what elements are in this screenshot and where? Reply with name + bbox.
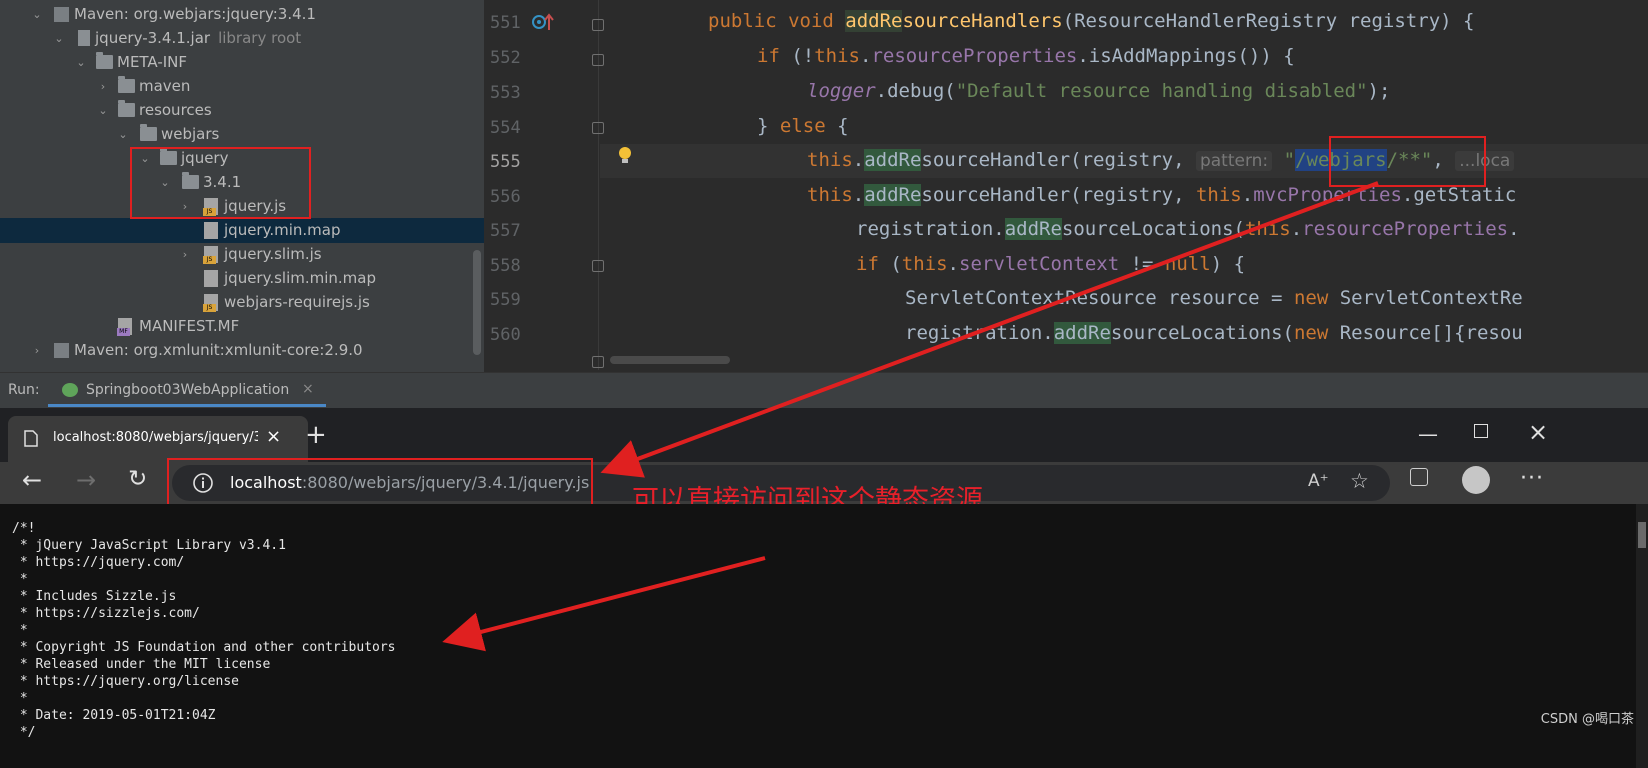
arrow-to-content	[442, 556, 766, 652]
arrow-to-url	[600, 181, 1379, 478]
annotation-arrows	[442, 181, 1379, 652]
